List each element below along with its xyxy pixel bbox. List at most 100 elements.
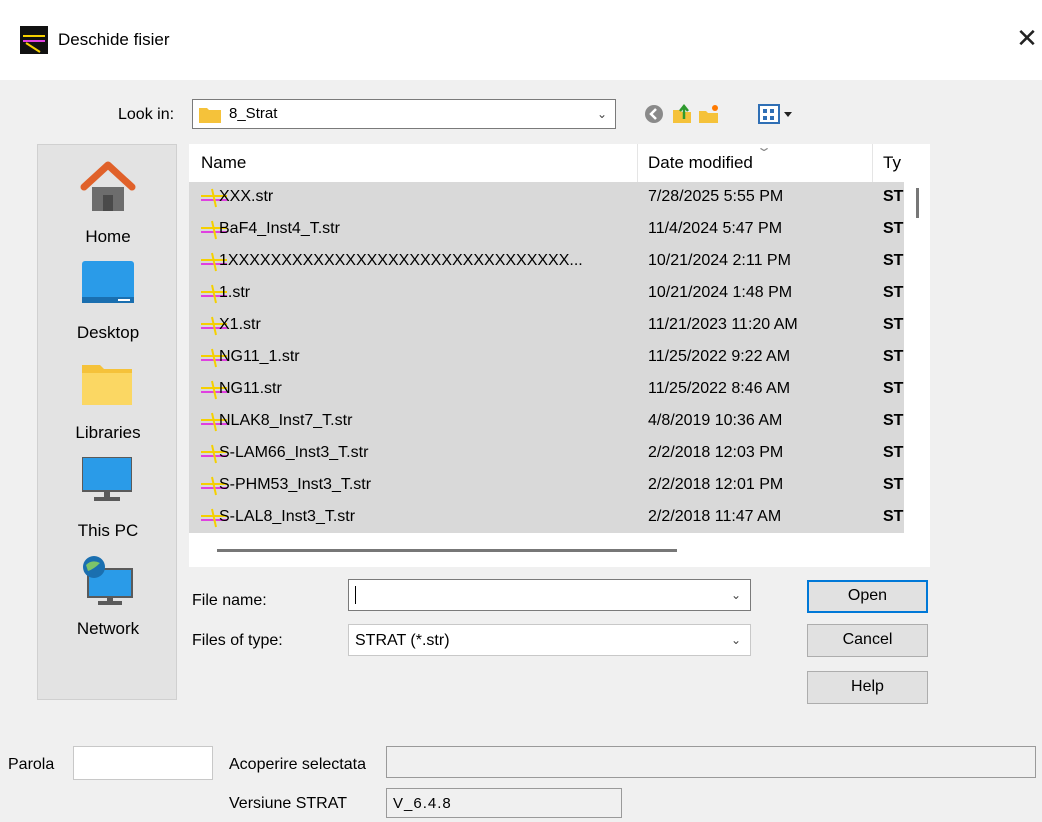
column-header-date[interactable]: Date modified xyxy=(648,153,753,173)
vertical-scrollbar[interactable] xyxy=(904,182,930,533)
title-bar: Deschide fisier ✕ xyxy=(0,0,1042,80)
file-type: ST xyxy=(883,444,904,461)
file-row[interactable]: NG11_1.str 11/25/2022 9:22 AM ST xyxy=(189,342,904,374)
column-header-name[interactable]: Name xyxy=(201,153,246,173)
network-icon xyxy=(83,556,133,605)
cancel-button[interactable]: Cancel xyxy=(807,624,928,657)
file-name: NG11_1.str xyxy=(219,348,300,365)
file-row[interactable]: BaF4_Inst4_T.str 11/4/2024 5:47 PM ST xyxy=(189,214,904,246)
file-date: 11/25/2022 9:22 AM xyxy=(648,348,791,365)
file-date: 2/2/2018 12:01 PM xyxy=(648,476,784,493)
place-label: This PC xyxy=(77,521,139,540)
file-type: ST xyxy=(883,412,904,429)
file-date: 10/21/2024 2:11 PM xyxy=(648,252,791,269)
file-date: 11/25/2022 8:46 AM xyxy=(648,380,791,397)
file-row[interactable]: 1.str 10/21/2024 1:48 PM ST xyxy=(189,278,904,310)
view-menu-icon[interactable] xyxy=(758,102,798,126)
text-cursor xyxy=(355,586,356,604)
file-row[interactable]: X1.str 11/21/2023 11:20 AM ST xyxy=(189,310,904,342)
chevron-down-icon[interactable]: ⌄ xyxy=(722,580,750,610)
list-header: Name ⌄ Date modified Ty xyxy=(189,140,930,182)
place-this-pc[interactable]: This PC xyxy=(38,455,178,545)
file-date: 11/21/2023 11:20 AM xyxy=(648,316,798,333)
password-label: Parola xyxy=(8,756,55,773)
chevron-down-icon[interactable]: ⌄ xyxy=(589,100,615,128)
chevron-down-icon[interactable]: ⌄ xyxy=(722,625,750,655)
version-label: Versiune STRAT xyxy=(229,795,347,812)
look-in-dropdown[interactable]: 8_Strat ⌄ xyxy=(192,99,616,129)
scrollbar-thumb[interactable] xyxy=(217,549,677,552)
file-name-label: File name: xyxy=(192,592,267,609)
back-icon[interactable] xyxy=(642,102,666,126)
file-date: 11/4/2024 5:47 PM xyxy=(648,220,783,237)
file-date: 7/28/2025 5:55 PM xyxy=(648,188,784,205)
file-row[interactable]: NLAK8_Inst7_T.str 4/8/2019 10:36 AM ST xyxy=(189,406,904,438)
window-title: Deschide fisier xyxy=(58,30,170,49)
file-date: 10/21/2024 1:48 PM xyxy=(648,284,793,301)
folder-icon xyxy=(199,108,221,123)
file-name: S-LAL8_Inst3_T.str xyxy=(219,508,356,525)
file-row[interactable]: S-PHM53_Inst3_T.str 2/2/2018 12:01 PM ST xyxy=(189,470,904,502)
app-icon xyxy=(20,26,48,54)
column-header-type[interactable]: Ty xyxy=(883,153,901,173)
places-bar: Home Desktop Libraries This PC Network xyxy=(37,144,177,700)
file-type: ST xyxy=(883,476,904,493)
place-libraries[interactable]: Libraries xyxy=(38,357,178,447)
selected-coating-field xyxy=(386,746,1036,778)
file-name: 1.str xyxy=(219,284,251,301)
file-date: 2/2/2018 11:47 AM xyxy=(648,508,782,525)
file-row[interactable]: NG11.str 11/25/2022 8:46 AM ST xyxy=(189,374,904,406)
file-type: ST xyxy=(883,188,904,205)
place-label: Home xyxy=(85,227,131,246)
selected-coating-label: Acoperire selectata xyxy=(229,756,366,773)
place-label: Network xyxy=(76,619,140,638)
file-type: ST xyxy=(883,316,904,333)
version-field: V_6.4.8 xyxy=(386,788,622,818)
home-icon xyxy=(80,161,136,211)
file-row[interactable]: S-LAM66_Inst3_T.str 2/2/2018 12:03 PM ST xyxy=(189,438,904,470)
place-label: Desktop xyxy=(76,323,140,342)
new-folder-icon[interactable] xyxy=(697,102,721,126)
file-name: NG11.str xyxy=(219,380,282,397)
file-list[interactable]: Name ⌄ Date modified Ty XXX.str 7/28/202… xyxy=(189,140,930,567)
file-type: ST xyxy=(883,284,904,301)
scrollbar-thumb[interactable] xyxy=(916,188,919,218)
look-in-label: Look in: xyxy=(118,106,175,123)
file-row[interactable]: S-LAL8_Inst3_T.str 2/2/2018 11:47 AM ST xyxy=(189,502,904,533)
file-date: 2/2/2018 12:03 PM xyxy=(648,444,784,461)
place-home[interactable]: Home xyxy=(38,159,178,249)
file-name: XXX.str xyxy=(219,188,274,205)
column-divider[interactable] xyxy=(637,144,638,182)
file-type: ST xyxy=(883,348,904,365)
file-name: BaF4_Inst4_T.str xyxy=(219,220,340,237)
file-name: NLAK8_Inst7_T.str xyxy=(219,412,353,429)
file-type: ST xyxy=(883,508,904,525)
file-type-dropdown[interactable]: STRAT (*.str) ⌄ xyxy=(348,624,751,656)
file-name: S-LAM66_Inst3_T.str xyxy=(219,444,369,461)
this-pc-icon xyxy=(82,457,132,501)
place-desktop[interactable]: Desktop xyxy=(38,257,178,347)
file-name: S-PHM53_Inst3_T.str xyxy=(219,476,372,493)
column-divider[interactable] xyxy=(872,144,873,182)
file-name: 1XXXXXXXXXXXXXXXXXXXXXXXXXXXXXXXX... xyxy=(219,252,583,269)
list-body: XXX.str 7/28/2025 5:55 PM ST BaF4_Inst4_… xyxy=(189,182,904,533)
help-button[interactable]: Help xyxy=(807,671,928,704)
file-row[interactable]: XXX.str 7/28/2025 5:55 PM ST xyxy=(189,182,904,214)
version-value: V_6.4.8 xyxy=(393,795,452,812)
horizontal-scrollbar[interactable] xyxy=(189,533,930,567)
file-date: 4/8/2019 10:36 AM xyxy=(648,412,783,429)
libraries-icon xyxy=(82,365,132,405)
file-type: ST xyxy=(883,252,904,269)
file-name-input[interactable]: ⌄ xyxy=(348,579,751,611)
file-row[interactable]: 1XXXXXXXXXXXXXXXXXXXXXXXXXXXXXXXX... 10/… xyxy=(189,246,904,278)
password-input[interactable] xyxy=(73,746,213,780)
open-button[interactable]: Open xyxy=(807,580,928,613)
file-type: ST xyxy=(883,220,904,237)
place-label: Libraries xyxy=(75,423,141,442)
close-icon[interactable]: ✕ xyxy=(1012,22,1042,54)
file-name: X1.str xyxy=(219,316,261,333)
file-type: ST xyxy=(883,380,904,397)
up-folder-icon[interactable] xyxy=(671,102,695,126)
place-network[interactable]: Network xyxy=(38,555,178,655)
file-type-label: Files of type: xyxy=(192,632,283,649)
